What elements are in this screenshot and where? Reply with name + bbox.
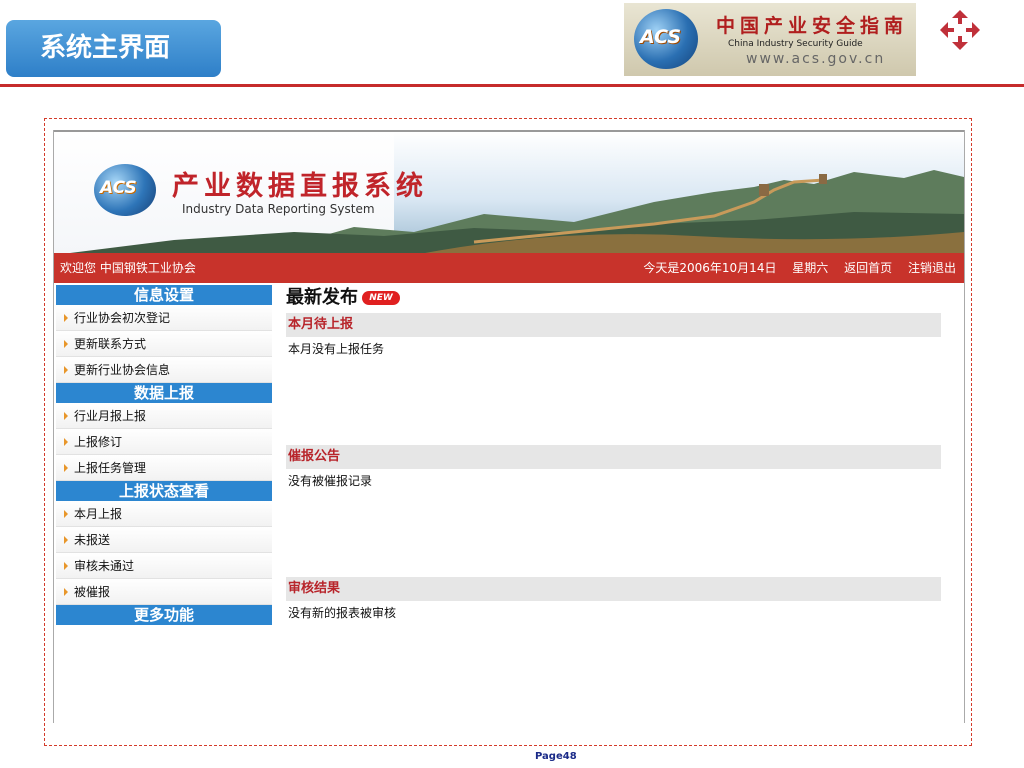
page-number: Page48 bbox=[535, 751, 577, 762]
sidebar-item-label: 行业月报上报 bbox=[74, 409, 147, 423]
system-title-cn: 产业数据直报系统 bbox=[172, 171, 428, 202]
sidebar-item-report-revision[interactable]: 上报修订 bbox=[56, 429, 272, 455]
new-badge-icon: NEW bbox=[362, 291, 400, 305]
date-text: 今天是2006年10月14日 bbox=[643, 261, 777, 275]
guide-title-en: China Industry Security Guide bbox=[728, 39, 863, 49]
sidebar-item-initial-registration[interactable]: 行业协会初次登记 bbox=[56, 305, 272, 331]
acs-globe-icon: ACS bbox=[634, 9, 698, 69]
section-header-review-result: 审核结果 bbox=[286, 577, 941, 601]
bullet-arrow-icon bbox=[64, 535, 68, 544]
weekday-text: 星期六 bbox=[792, 261, 829, 275]
acs-badge-text: ACS bbox=[640, 26, 682, 48]
bullet-arrow-icon bbox=[64, 365, 68, 374]
app-banner: ACS 产业数据直报系统 Industry Data Reporting Sys… bbox=[54, 130, 964, 255]
header-rule bbox=[0, 84, 1024, 87]
status-bar: 欢迎您 中国钢铁工业协会 今天是2006年10月14日 星期六 返回首页 注销退… bbox=[54, 253, 964, 283]
sidebar-menu: 信息设置 行业协会初次登记 更新联系方式 更新行业协会信息 数据上报 行业月报上… bbox=[56, 285, 272, 625]
sidebar-item-label: 未报送 bbox=[74, 533, 111, 547]
guide-url: www.acs.gov.cn bbox=[746, 51, 886, 67]
home-link[interactable]: 返回首页 bbox=[844, 261, 892, 275]
bullet-arrow-icon bbox=[64, 313, 68, 322]
sidebar-item-label: 行业协会初次登记 bbox=[74, 311, 171, 325]
page-title-text: 最新发布 bbox=[286, 287, 358, 308]
slide-title: 系统主界面 bbox=[6, 20, 221, 77]
sidebar-item-update-association-info[interactable]: 更新行业协会信息 bbox=[56, 357, 272, 383]
logout-link[interactable]: 注销退出 bbox=[908, 261, 956, 275]
acs-globe-icon: ACS bbox=[94, 164, 156, 216]
bullet-arrow-icon bbox=[64, 587, 68, 596]
system-title-en: Industry Data Reporting System bbox=[182, 202, 375, 216]
sidebar-item-label: 更新联系方式 bbox=[74, 337, 147, 351]
china-industry-security-guide-logo: ACS 中国产业安全指南 China Industry Security Gui… bbox=[624, 3, 916, 76]
reporting-system-window: ACS 产业数据直报系统 Industry Data Reporting Sys… bbox=[53, 130, 965, 723]
sidebar-item-monthly-report[interactable]: 行业月报上报 bbox=[56, 403, 272, 429]
sidebar-section-report-status[interactable]: 上报状态查看 bbox=[56, 481, 272, 501]
page-title: 最新发布 NEW bbox=[286, 285, 941, 313]
acs-badge-text: ACS bbox=[100, 178, 137, 198]
sidebar-item-not-submitted[interactable]: 未报送 bbox=[56, 527, 272, 553]
section-header-reminder-notice: 催报公告 bbox=[286, 445, 941, 469]
ministry-emblem-icon bbox=[940, 10, 980, 50]
sidebar-item-label: 上报任务管理 bbox=[74, 461, 147, 475]
section-text-reminder-notice: 没有被催报记录 bbox=[288, 474, 373, 488]
sidebar-item-reminded[interactable]: 被催报 bbox=[56, 579, 272, 605]
bullet-arrow-icon bbox=[64, 561, 68, 570]
sidebar-item-this-month[interactable]: 本月上报 bbox=[56, 501, 272, 527]
sidebar-item-label: 本月上报 bbox=[74, 507, 123, 521]
sidebar-item-label: 被催报 bbox=[74, 585, 111, 599]
bullet-arrow-icon bbox=[64, 411, 68, 420]
sidebar-item-label: 更新行业协会信息 bbox=[74, 363, 171, 377]
bullet-arrow-icon bbox=[64, 339, 68, 348]
sidebar-item-label: 审核未通过 bbox=[74, 559, 135, 573]
sidebar-section-more-functions[interactable]: 更多功能 bbox=[56, 605, 272, 625]
section-text-review-result: 没有新的报表被审核 bbox=[288, 606, 397, 620]
bullet-arrow-icon bbox=[64, 509, 68, 518]
bullet-arrow-icon bbox=[64, 463, 68, 472]
bullet-arrow-icon bbox=[64, 437, 68, 446]
sidebar-section-info-settings[interactable]: 信息设置 bbox=[56, 285, 272, 305]
sidebar-item-label: 上报修订 bbox=[74, 435, 123, 449]
sidebar-section-data-report[interactable]: 数据上报 bbox=[56, 383, 272, 403]
section-text-pending: 本月没有上报任务 bbox=[288, 342, 385, 356]
sidebar-item-review-failed[interactable]: 审核未通过 bbox=[56, 553, 272, 579]
sidebar-item-task-management[interactable]: 上报任务管理 bbox=[56, 455, 272, 481]
guide-title-cn: 中国产业安全指南 bbox=[716, 15, 909, 37]
sidebar-item-update-contact[interactable]: 更新联系方式 bbox=[56, 331, 272, 357]
welcome-text: 欢迎您 中国钢铁工业协会 bbox=[60, 261, 196, 275]
main-content: 最新发布 NEW 本月待上报 本月没有上报任务 催报公告 没有被催报记录 审核结果… bbox=[286, 285, 941, 625]
section-header-pending: 本月待上报 bbox=[286, 313, 941, 337]
